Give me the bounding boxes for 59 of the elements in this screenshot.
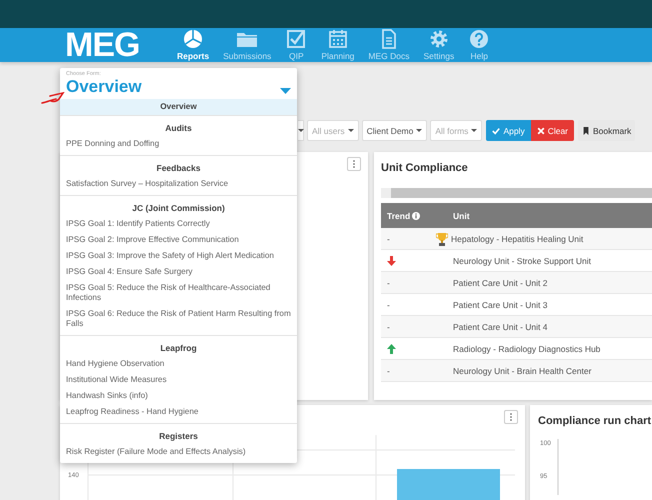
calendar-icon — [326, 29, 349, 49]
table-cell: - — [387, 234, 390, 244]
bookmark-icon — [582, 126, 590, 134]
table-cell: Patient Care Unit - Unit 2 — [453, 278, 548, 288]
logo[interactable]: MEG — [65, 28, 177, 62]
table-cell: - — [387, 278, 390, 288]
dropdown-button[interactable] — [298, 120, 304, 141]
up-arrow-icon — [387, 344, 396, 354]
apply-button[interactable]: Apply — [486, 120, 531, 141]
close-icon — [536, 126, 545, 134]
table-cell: - — [387, 366, 390, 376]
menu-item[interactable]: IPSG Goal 2: Improve Effective Communication — [60, 232, 297, 248]
clear-button[interactable]: Clear — [530, 120, 574, 141]
menu-item[interactable]: IPSG Goal 6: Reduce the Risk of Patient Harm Resulting from Falls — [60, 306, 297, 332]
trophy-icon — [436, 232, 448, 246]
check-icon — [492, 126, 500, 134]
group-header: Feedbacks — [156, 162, 202, 175]
more-button[interactable] — [504, 410, 518, 424]
menu-item[interactable]: Handwash Sinks (info) — [60, 388, 297, 404]
caret-icon — [471, 129, 478, 132]
form-select[interactable]: Overview — [66, 77, 291, 97]
hand-drawn-arrow-icon — [41, 92, 65, 105]
down-arrow-icon — [387, 256, 396, 266]
table-cell: Patient Care Unit - Unit 3 — [453, 300, 548, 310]
nav-tab[interactable]: Reports — [177, 29, 210, 61]
scrollbar[interactable] — [381, 188, 652, 198]
bookmark-button[interactable]: Bookmark — [578, 120, 636, 141]
table-cell: - — [387, 322, 390, 332]
column-header: Unit — [453, 210, 470, 220]
table-cell: - — [387, 300, 390, 310]
caret-icon — [348, 129, 354, 132]
group-header: Leapfrog — [159, 342, 198, 355]
table-cell: Patient Care Unit - Unit 4 — [453, 322, 548, 332]
table-cell: Neurology Unit - Brain Health Center — [453, 366, 592, 376]
group-header: JC (Joint Commission) — [131, 202, 226, 215]
menu-item[interactable]: IPSG Goal 1: Identify Patients Correctly — [60, 216, 297, 232]
more-button[interactable] — [347, 157, 361, 171]
column-header: Trend — [387, 210, 410, 220]
menu-item[interactable]: IPSG Goal 4: Ensure Safe Surgery — [60, 264, 297, 280]
menu-item[interactable]: Institutional Wide Measures — [60, 372, 297, 388]
group-header: Audits — [164, 122, 193, 135]
filter-dropdown[interactable]: Client Demo — [362, 120, 428, 141]
menu-item[interactable]: Hand Hygiene Observation — [60, 356, 297, 372]
menu-item[interactable]: Leapfrog Readiness - Hand Hygiene — [60, 404, 297, 420]
checkbox-icon — [285, 29, 308, 49]
panel-title: Unit Compliance — [381, 162, 469, 174]
menu-item[interactable]: PPE Donning and Doffing — [60, 136, 297, 152]
menu-item[interactable]: Overview — [60, 99, 297, 115]
menu-item[interactable]: IPSG Goal 3: Improve the Safety of High Alert Medication — [60, 248, 297, 264]
menu-item[interactable]: Satisfaction Survey – Hospitalization Service — [60, 176, 297, 192]
menu-item[interactable]: Risk Register (Failure Mode and Effects Analysis) — [60, 444, 297, 460]
table-cell: Hepatology - Hepatitis Healing Unit — [451, 234, 584, 244]
info-icon — [412, 212, 420, 220]
table-cell: Neurology Unit - Stroke Support Unit — [453, 256, 591, 266]
table-cell: Radiology - Radiology Diagnostics Hub — [453, 344, 600, 354]
panel-title: Compliance run chart — [538, 415, 652, 427]
menu-item[interactable]: IPSG Goal 5: Reduce the Risk of Healthcare-Associated Infections — [60, 280, 297, 306]
group-header: Registers — [158, 430, 199, 443]
caret-icon — [416, 129, 422, 132]
